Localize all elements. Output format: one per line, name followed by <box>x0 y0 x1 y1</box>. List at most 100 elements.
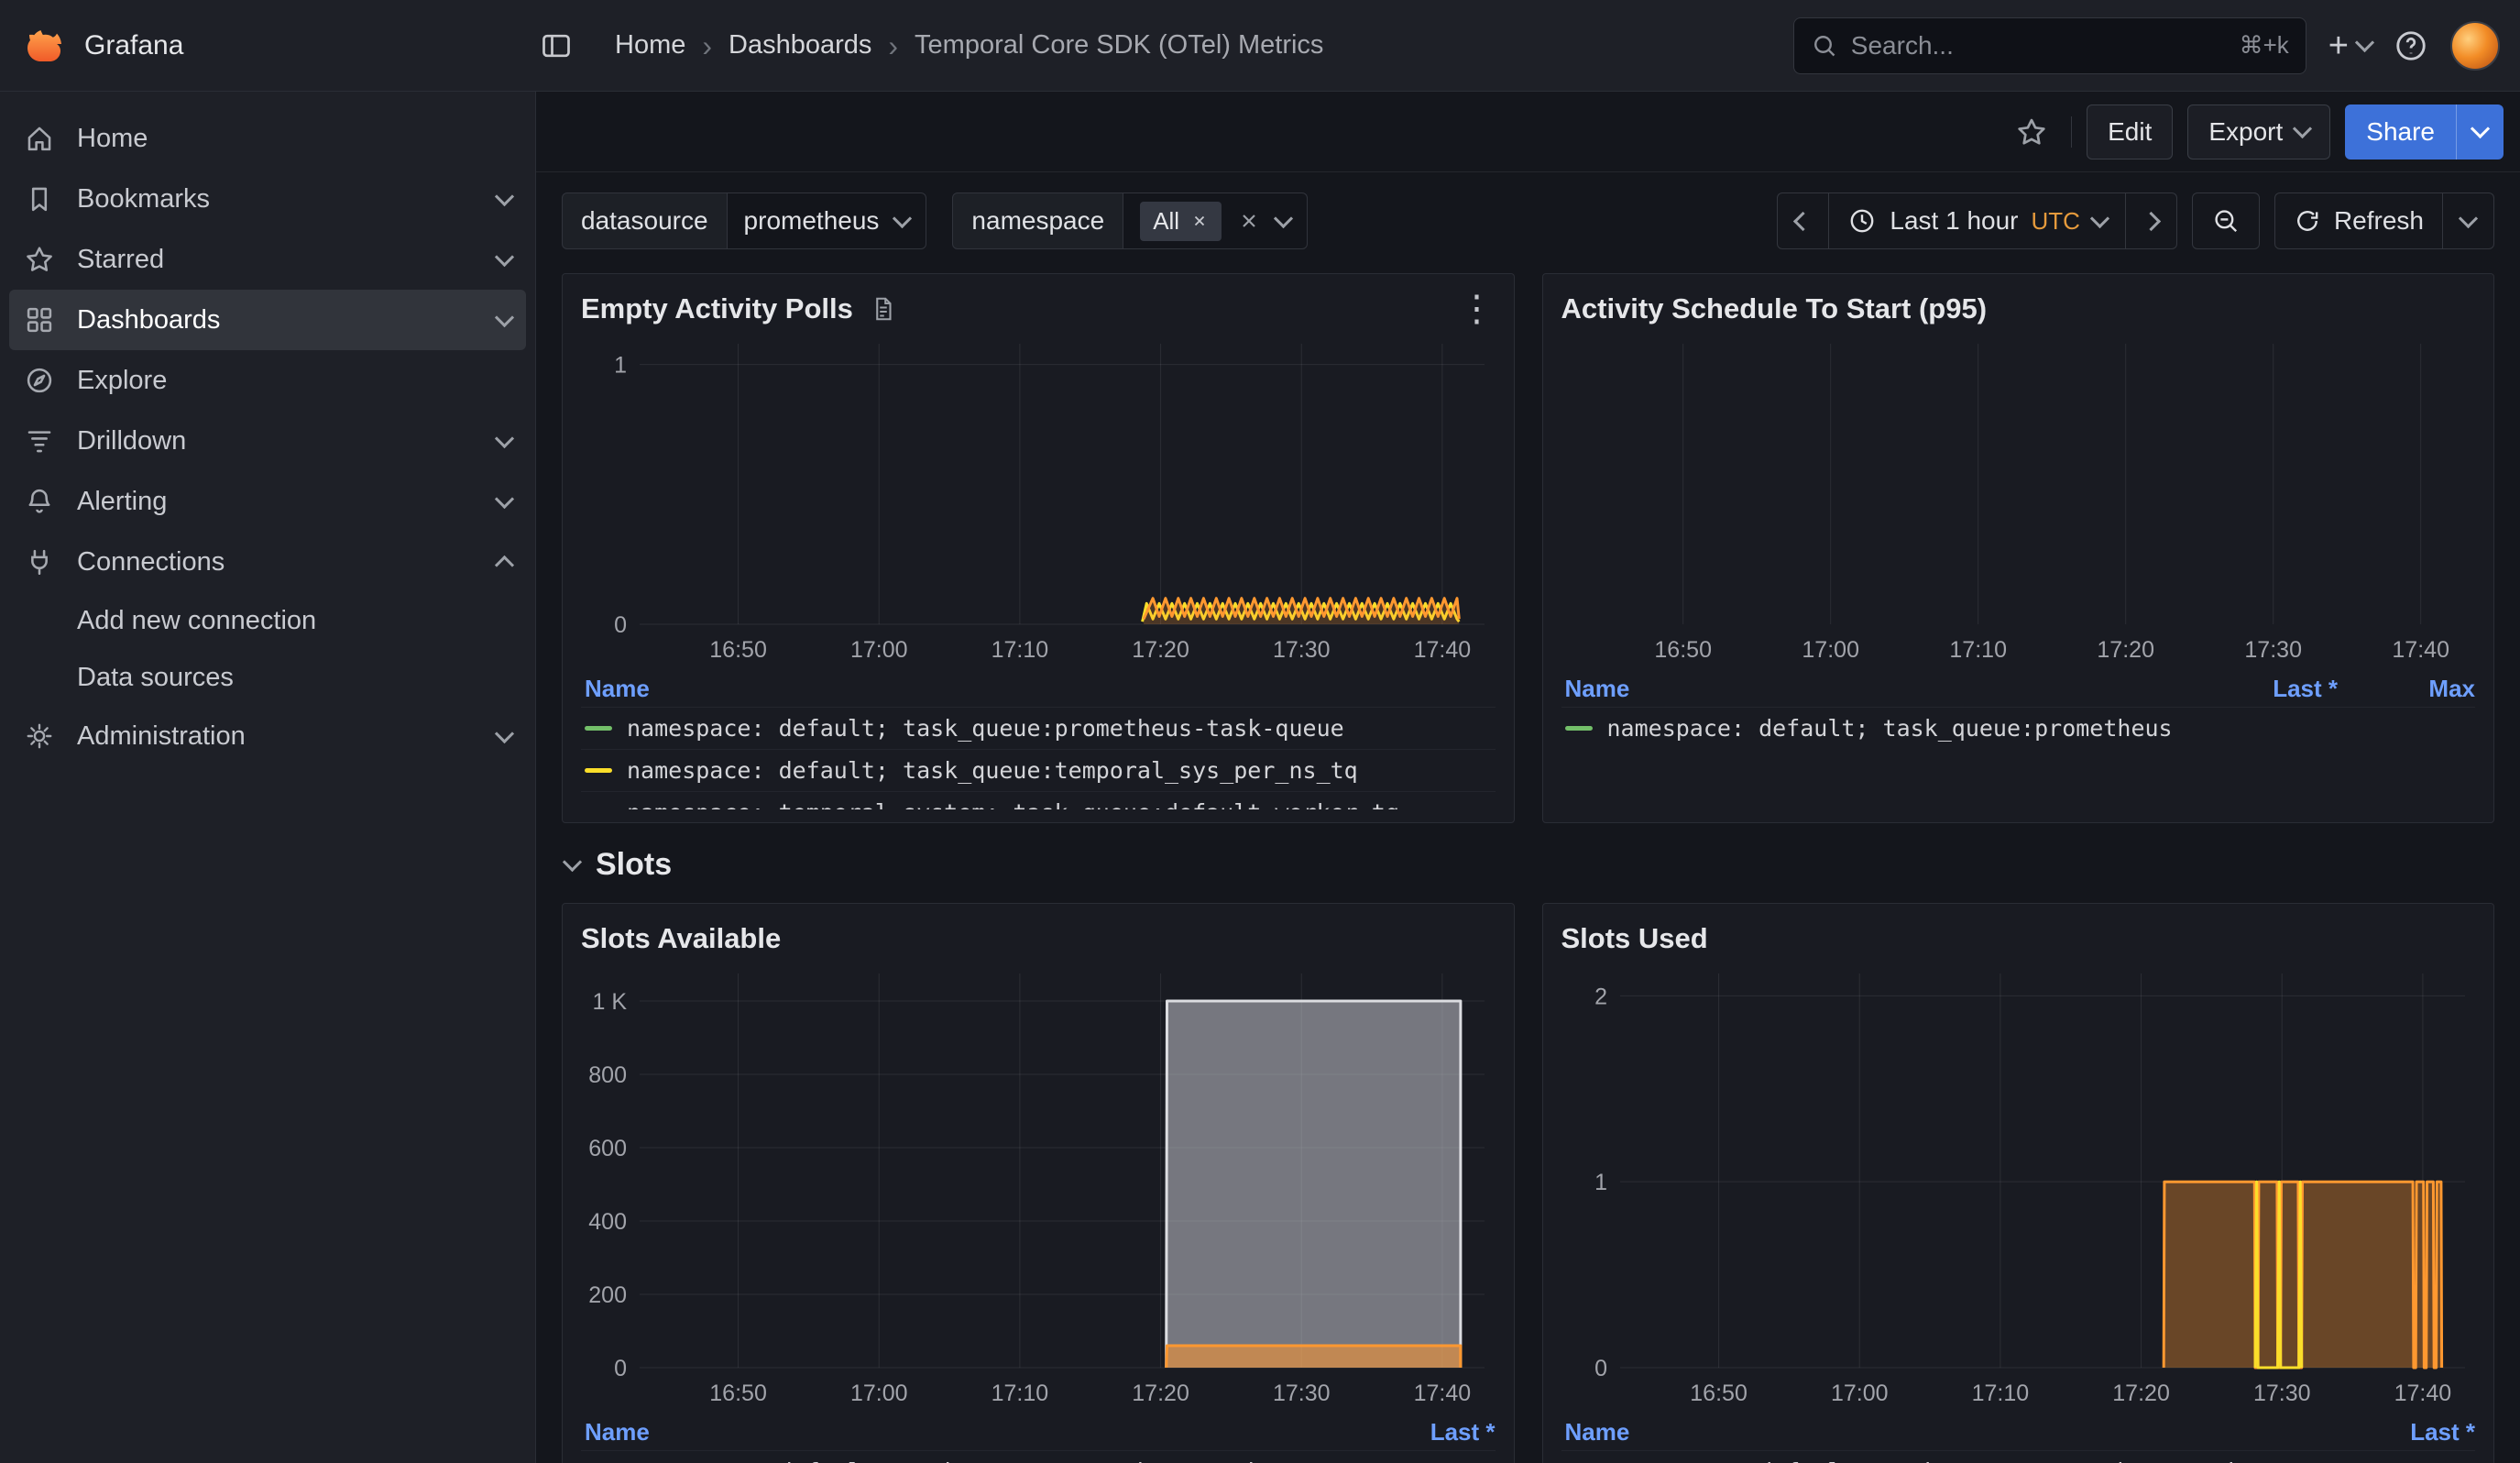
favorite-star-button[interactable] <box>2007 107 2056 157</box>
namespace-variable: namespace All <box>952 192 1308 249</box>
legend-row[interactable]: namespace: default; task_queue:prometheu… <box>581 1450 1496 1463</box>
svg-text:17:10: 17:10 <box>992 1380 1049 1406</box>
time-shift-back-button[interactable] <box>1777 192 1829 249</box>
user-avatar[interactable] <box>2450 21 2500 71</box>
sidebar-item-dashboards[interactable]: Dashboards <box>9 290 526 350</box>
legend-row[interactable]: namespace: default; task_queue:prometheu… <box>1561 1450 2476 1463</box>
sidebar-item-administration[interactable]: Administration <box>0 706 535 766</box>
breadcrumb-separator: › <box>702 31 712 60</box>
legend-row[interactable]: namespace: default; task_queue:prometheu… <box>1561 707 2476 749</box>
breadcrumb-home[interactable]: Home <box>615 30 685 60</box>
chevron-down-icon <box>2471 119 2490 138</box>
time-range-picker[interactable]: Last 1 hour UTC <box>1829 192 2126 249</box>
series-color-swatch <box>1565 726 1593 731</box>
sidebar-item-bookmarks[interactable]: Bookmarks <box>0 169 535 229</box>
timeseries-chart[interactable]: 16:5017:0017:1017:2017:3017:400200400600… <box>581 961 1496 1410</box>
search-box[interactable]: ⌘+k <box>1793 17 2306 74</box>
refresh-button[interactable]: Refresh <box>2274 192 2443 249</box>
row-slots-toggle[interactable]: Slots <box>565 847 2494 883</box>
toolbar-divider <box>2071 116 2072 148</box>
svg-text:16:50: 16:50 <box>1654 637 1712 663</box>
svg-text:1: 1 <box>614 353 627 379</box>
legend-column[interactable]: Max <box>2338 675 2475 703</box>
panel-header[interactable]: Activity Schedule To Start (p95) <box>1561 287 2476 331</box>
sidebar-item-label: Bookmarks <box>77 184 476 214</box>
edit-button[interactable]: Edit <box>2087 104 2173 160</box>
bell-icon <box>24 486 55 517</box>
legend-row[interactable]: namespace: temporal_system; task_queue:d… <box>581 791 1496 809</box>
search-input[interactable] <box>1851 31 2227 60</box>
sidebar-item-drilldown[interactable]: Drilldown <box>0 411 535 471</box>
legend-row[interactable]: namespace: default; task_queue:prometheu… <box>581 707 1496 749</box>
legend-column-name[interactable]: Name <box>585 675 1496 703</box>
app-title: Grafana <box>84 30 183 61</box>
chevron-down-icon <box>2459 208 2478 227</box>
star-outline-icon <box>2015 116 2048 148</box>
svg-text:2: 2 <box>1594 984 1607 1009</box>
chevron-up-icon <box>495 555 514 574</box>
export-button[interactable]: Export <box>2187 104 2330 160</box>
sidebar-item-label: Home <box>77 124 511 154</box>
panel-header[interactable]: Slots Used <box>1561 917 2476 961</box>
timeseries-chart[interactable]: 16:5017:0017:1017:2017:3017:40 <box>1561 331 2476 666</box>
chevron-down-icon <box>2293 119 2312 138</box>
legend-column[interactable]: Last * <box>2200 675 2338 703</box>
namespace-selected-pill[interactable]: All <box>1140 202 1222 241</box>
clear-all-icon[interactable] <box>1238 210 1260 232</box>
namespace-select[interactable]: All <box>1123 192 1308 249</box>
legend-column[interactable]: Last * <box>2338 1418 2475 1446</box>
sidebar-item-alerting[interactable]: Alerting <box>0 471 535 532</box>
timeseries-chart[interactable]: 16:5017:0017:1017:2017:3017:4001 <box>581 331 1496 666</box>
panel-menu-icon[interactable]: ⋮ <box>1459 291 1496 327</box>
grafana-logo-icon[interactable] <box>22 24 66 68</box>
share-dropdown-button[interactable] <box>2456 104 2504 160</box>
datasource-label: datasource <box>562 192 728 249</box>
datasource-select[interactable]: prometheus <box>728 192 927 249</box>
sidebar-toggle-icon[interactable] <box>540 29 573 62</box>
series-name: namespace: default; task_queue:temporal_… <box>627 757 1496 784</box>
timeseries-chart[interactable]: 16:5017:0017:1017:2017:3017:40012 <box>1561 961 2476 1410</box>
refresh-icon <box>2294 207 2321 235</box>
panel-legend: NameLast *Max namespace: default; task_qu… <box>1561 670 2476 749</box>
sidebar-item-data-sources[interactable]: Data sources <box>0 649 535 706</box>
svg-text:17:30: 17:30 <box>2244 637 2302 663</box>
time-shift-forward-button[interactable] <box>2126 192 2177 249</box>
sidebar-item-connections[interactable]: Connections <box>0 532 535 592</box>
sidebar-item-explore[interactable]: Explore <box>0 350 535 411</box>
sidebar-item-label: Drilldown <box>77 426 476 456</box>
datasource-value: prometheus <box>744 206 880 236</box>
refresh-group: Refresh <box>2274 192 2494 249</box>
svg-text:0: 0 <box>614 612 627 638</box>
time-range-label: Last 1 hour <box>1890 206 2018 236</box>
legend-column-name[interactable]: Name <box>1565 1418 2339 1446</box>
legend-column-name[interactable]: Name <box>585 1418 1358 1446</box>
sidebar-item-label: Administration <box>77 721 476 752</box>
new-menu-button[interactable]: + <box>2328 28 2372 63</box>
panel-header[interactable]: Slots Available <box>581 917 1496 961</box>
refresh-label: Refresh <box>2334 206 2424 236</box>
svg-text:600: 600 <box>588 1136 627 1161</box>
panel-legend: NameLast * namespace: default; task_queue… <box>1561 1414 2476 1463</box>
panel-header[interactable]: Empty Activity Polls ⋮ <box>581 287 1496 331</box>
zoom-out-button[interactable] <box>2192 192 2260 249</box>
legend-row[interactable]: namespace: default; task_queue:temporal_… <box>581 749 1496 791</box>
panel-description-icon[interactable] <box>870 295 897 323</box>
legend-column[interactable]: Last * <box>1358 1418 1496 1446</box>
sidebar-item-label: Add new connection <box>77 606 316 636</box>
chevron-down-icon <box>495 723 514 742</box>
brand-zone: Grafana <box>0 24 536 68</box>
breadcrumb-dashboards[interactable]: Dashboards <box>729 30 871 60</box>
help-button[interactable] <box>2394 28 2428 63</box>
sidebar-item-starred[interactable]: Starred <box>0 229 535 290</box>
svg-text:16:50: 16:50 <box>1690 1380 1748 1406</box>
legend-column-name[interactable]: Name <box>1565 675 2201 703</box>
panel-slots-available: Slots Available 16:5017:0017:1017:2017:3… <box>562 903 1515 1463</box>
share-button[interactable]: Share <box>2345 104 2456 160</box>
refresh-interval-button[interactable] <box>2443 192 2494 249</box>
chevron-down-icon <box>495 307 514 326</box>
namespace-label: namespace <box>952 192 1123 249</box>
sidebar-item-home[interactable]: Home <box>0 108 535 169</box>
sidebar-item-add-new-connection[interactable]: Add new connection <box>0 592 535 649</box>
sidebar-item-label: Dashboards <box>77 305 476 336</box>
remove-tag-icon[interactable] <box>1190 212 1209 230</box>
